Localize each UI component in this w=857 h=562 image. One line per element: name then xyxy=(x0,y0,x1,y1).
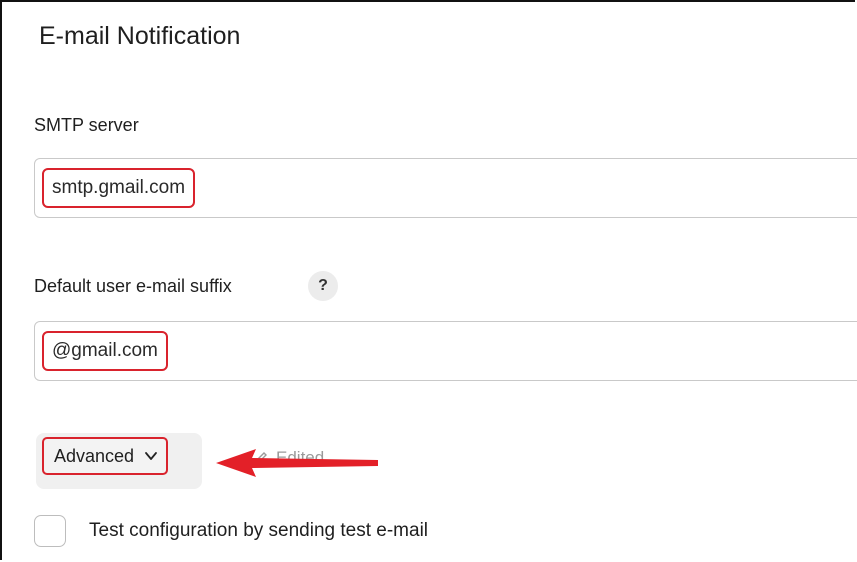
test-config-checkbox[interactable] xyxy=(34,515,66,547)
smtp-server-value: smtp.gmail.com xyxy=(42,168,196,208)
section-title: E-mail Notification xyxy=(39,22,241,50)
email-suffix-label: Default user e-mail suffix xyxy=(34,276,232,296)
test-config-label: Test configuration by sending test e-mai… xyxy=(89,520,429,541)
help-icon[interactable]: ? xyxy=(308,271,338,301)
advanced-button-label: Advanced xyxy=(54,445,135,466)
advanced-button[interactable]: Advanced xyxy=(42,437,169,475)
chevron-down-icon xyxy=(145,452,157,460)
advanced-container: Advanced xyxy=(36,433,202,489)
email-suffix-value: @gmail.com xyxy=(42,331,168,371)
smtp-server-input[interactable]: smtp.gmail.com xyxy=(34,158,857,218)
smtp-server-label: SMTP server xyxy=(34,115,139,135)
email-suffix-input[interactable]: @gmail.com xyxy=(34,321,857,381)
red-arrow-icon xyxy=(216,449,378,477)
